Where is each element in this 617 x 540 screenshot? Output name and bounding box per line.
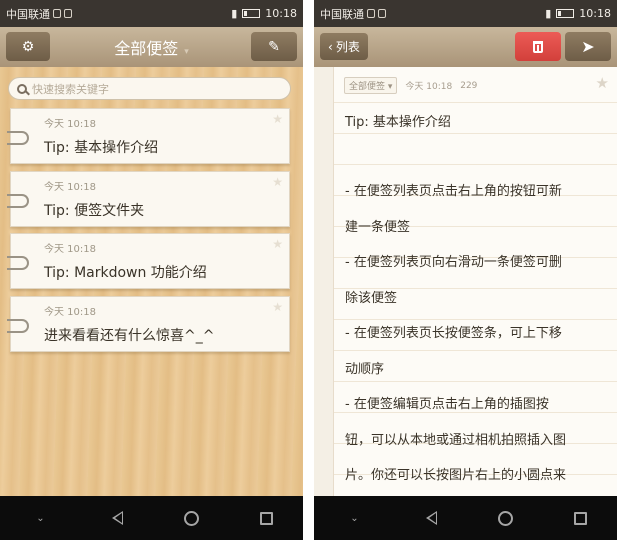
star-icon[interactable]: ★: [272, 175, 283, 189]
trash-icon: [533, 40, 543, 53]
page-title: 全部便签: [114, 39, 179, 58]
chevron-down-icon[interactable]: ⌄: [345, 513, 365, 524]
notification-icon: [64, 9, 72, 18]
notes-list-screen: 中国联通 ▮ 10:18 ⚙ 全部便签 ▾ ✎ 快速搜索关键字 今天 10:18 …: [0, 0, 303, 540]
ruled-line: [334, 412, 617, 413]
back-icon[interactable]: [425, 511, 437, 525]
search-icon: [17, 83, 27, 94]
recent-apps-icon[interactable]: [259, 511, 273, 525]
ruled-line: [334, 381, 617, 382]
compose-icon: ✎: [268, 38, 280, 55]
folder-chip[interactable]: 全部便签 ▾: [344, 77, 398, 94]
note-title: Tip: Markdown 功能介绍: [44, 265, 207, 281]
star-icon[interactable]: ★: [596, 74, 609, 92]
clip-icon: [7, 256, 29, 270]
top-toolbar: ⚙ 全部便签 ▾ ✎: [0, 27, 303, 67]
note-meta: 全部便签 ▾ 今天 10:18 229: [344, 77, 477, 94]
battery-icon: [242, 9, 261, 18]
char-count: 229: [460, 80, 478, 91]
status-bar: 中国联通 ▮ 10:18: [0, 0, 303, 27]
note-title: 进来看看还有什么惊喜^_^: [44, 328, 215, 344]
chevron-down-icon[interactable]: ⌄: [31, 513, 51, 524]
back-label: 列表: [335, 40, 360, 54]
ruled-line: [334, 102, 617, 103]
top-toolbar: ‹ 列表 ➤: [314, 27, 617, 67]
star-icon[interactable]: ★: [272, 237, 283, 251]
chevron-down-icon: ▾: [184, 47, 189, 57]
note-line: 动顺序: [345, 362, 385, 377]
note-line: - 在便签编辑页点击右上角的插图按: [345, 397, 549, 412]
back-icon[interactable]: [111, 511, 123, 525]
carrier-label: 中国联通: [6, 7, 50, 21]
note-card[interactable]: 今天 10:18 ★ Tip: Markdown 功能介绍: [7, 233, 290, 289]
gear-icon: ⚙: [21, 38, 35, 55]
home-icon[interactable]: [497, 510, 513, 526]
notification-icon: [378, 9, 386, 18]
clock: 10:18: [579, 7, 611, 20]
send-icon: ➤: [581, 37, 595, 56]
note-title: Tip: 基本操作介绍: [44, 140, 159, 156]
search-placeholder: 快速搜索关键字: [32, 82, 109, 96]
note-card[interactable]: 今天 10:18 ★ 进来看看还有什么惊喜^_^: [7, 296, 290, 352]
settings-button[interactable]: ⚙: [6, 32, 50, 61]
note-card[interactable]: 今天 10:18 ★ Tip: 基本操作介绍: [7, 108, 290, 164]
ruled-line: [334, 164, 617, 165]
clip-icon: [7, 131, 29, 145]
note-line: - 在便签列表页长按便签条，可上下移: [345, 326, 562, 341]
note-line: 片。你还可以长按图片右上的小圆点来: [345, 468, 567, 483]
back-to-list-button[interactable]: ‹ 列表: [320, 33, 368, 60]
note-time: 今天 10:18: [44, 119, 96, 130]
note-line: Tip: 基本操作介绍: [345, 115, 451, 130]
battery-icon: [556, 9, 575, 18]
ruled-line: [334, 319, 617, 320]
notes-board: 快速搜索关键字 今天 10:18 ★ Tip: 基本操作介绍 今天 10:18 …: [0, 67, 303, 497]
signal-icon: ▮: [545, 7, 552, 20]
notification-icon: [53, 9, 61, 18]
system-nav-bar: ⌄: [314, 496, 617, 540]
signal-icon: ▮: [231, 7, 238, 20]
clip-icon: [7, 319, 29, 333]
delete-button[interactable]: [515, 32, 561, 61]
note-title: Tip: 便签文件夹: [44, 203, 145, 219]
note-time: 今天 10:18: [44, 307, 96, 318]
ruled-line: [334, 350, 617, 351]
search-input[interactable]: 快速搜索关键字: [8, 77, 291, 100]
status-bar: 中国联通 ▮ 10:18: [314, 0, 617, 27]
star-icon[interactable]: ★: [272, 112, 283, 126]
note-editor[interactable]: 全部便签 ▾ 今天 10:18 229 ★ Tip: 基本操作介绍 - 在便签列…: [314, 67, 617, 497]
note-time: 今天 10:18: [44, 244, 96, 255]
note-line: 除该便签: [345, 291, 398, 306]
note-time: 今天 10:18: [44, 182, 96, 193]
clock: 10:18: [265, 7, 297, 20]
meta-time: 今天 10:18: [405, 82, 453, 92]
note-card[interactable]: 今天 10:18 ★ Tip: 便签文件夹: [7, 171, 290, 227]
new-note-button[interactable]: ✎: [251, 32, 297, 61]
note-line: - 在便签列表页向右滑动一条便签可删: [345, 255, 562, 270]
paper-margin: [314, 67, 334, 497]
home-icon[interactable]: [183, 510, 199, 526]
note-editor-screen: 中国联通 ▮ 10:18 ‹ 列表 ➤ 全部便签 ▾ 今天 10:18 229 …: [314, 0, 617, 540]
system-nav-bar: ⌄: [0, 496, 303, 540]
ruled-line: [334, 133, 617, 134]
note-line: 钮，可以从本地或通过相机拍照插入图: [345, 433, 567, 448]
carrier-label: 中国联通: [320, 7, 364, 21]
notification-icon: [367, 9, 375, 18]
note-line: - 在便签列表页点击右上角的按钮可新: [345, 184, 562, 199]
clip-icon: [7, 194, 29, 208]
chevron-left-icon: ‹: [328, 39, 333, 54]
share-button[interactable]: ➤: [565, 32, 611, 61]
note-line: 建一条便签: [345, 220, 411, 235]
recent-apps-icon[interactable]: [573, 511, 587, 525]
star-icon[interactable]: ★: [272, 300, 283, 314]
